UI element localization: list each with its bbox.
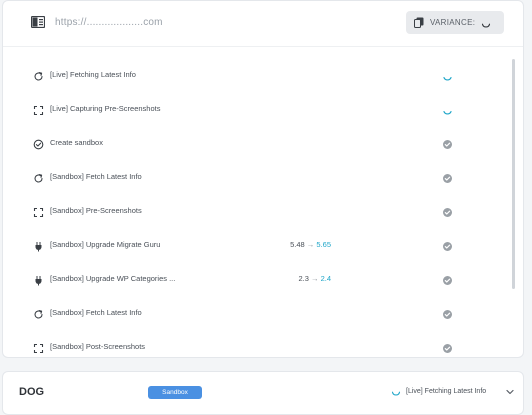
step-label: [Sandbox] Fetch Latest Info <box>50 308 142 317</box>
plug-icon <box>33 273 44 286</box>
version-change: 2.3 → 2.4 <box>273 274 331 283</box>
check-status-icon <box>442 205 453 217</box>
step-list: [Live] Fetching Latest Info [Live] Captur… <box>3 59 523 357</box>
step-label: [Sandbox] Upgrade Migrate Guru <box>50 240 161 249</box>
arrow-right-icon: → <box>304 240 317 249</box>
loading-spinner-icon <box>442 69 453 81</box>
site-url[interactable]: https://...................com <box>55 17 163 28</box>
capture-icon <box>33 103 44 116</box>
step-label: Create sandbox <box>50 138 103 147</box>
capture-icon <box>33 341 44 354</box>
check-status-icon <box>442 341 453 353</box>
site-card-dog[interactable]: DOG Sandbox [Live] Fetching Latest Info <box>2 371 524 415</box>
step-row: [Sandbox] Pre-Screenshots <box>3 195 523 229</box>
copy-icon <box>414 17 424 28</box>
step-label: [Sandbox] Upgrade WP Categories ... <box>50 274 176 283</box>
environment-badge: Sandbox <box>148 386 202 399</box>
current-task-status: [Live] Fetching Latest Info <box>391 386 486 396</box>
version-change: 5.48 → 5.65 <box>273 240 331 249</box>
check-status-icon <box>442 171 453 183</box>
step-row: [Sandbox] Upgrade WP Categories ... 2.3 →… <box>3 263 523 297</box>
refresh-icon <box>33 171 44 183</box>
current-task-label: [Live] Fetching Latest Info <box>406 387 487 395</box>
site-task-panel: https://...................com VARIANCE:… <box>2 0 524 358</box>
version-from: 5.48 <box>290 240 305 249</box>
step-label: [Sandbox] Post-Screenshots <box>50 342 146 351</box>
site-title: DOG <box>19 386 45 398</box>
chevron-down-icon[interactable] <box>505 387 515 397</box>
step-row: [Sandbox] Fetch Latest Info <box>3 161 523 195</box>
check-status-icon <box>442 273 453 285</box>
check-circle-icon <box>33 137 44 150</box>
version-from: 2.3 <box>298 274 309 283</box>
check-status-icon <box>442 239 453 251</box>
step-row: [Live] Capturing Pre-Screenshots <box>3 93 523 127</box>
check-status-icon <box>442 137 453 149</box>
variance-label: VARIANCE: <box>430 18 476 27</box>
refresh-icon <box>33 69 44 81</box>
variance-button[interactable]: VARIANCE: <box>406 11 504 34</box>
capture-icon <box>33 205 44 218</box>
loading-spinner-icon <box>391 391 401 396</box>
step-row: Create sandbox <box>3 127 523 161</box>
loading-spinner-icon <box>482 23 491 27</box>
refresh-icon <box>33 307 44 319</box>
step-row: [Sandbox] Fetch Latest Info <box>3 297 523 331</box>
arrow-right-icon: → <box>308 274 321 283</box>
panel-header: https://...................com VARIANCE: <box>3 1 523 47</box>
step-label: [Live] Capturing Pre-Screenshots <box>50 104 161 113</box>
version-to: 5.65 <box>316 240 331 249</box>
plug-icon <box>33 239 44 252</box>
step-row: [Sandbox] Upgrade Migrate Guru 5.48 → 5.6… <box>3 229 523 263</box>
check-status-icon <box>442 307 453 319</box>
scrollbar[interactable] <box>512 59 515 289</box>
step-label: [Live] Fetching Latest Info <box>50 70 136 79</box>
step-row: [Sandbox] Post-Screenshots <box>3 331 523 357</box>
version-to: 2.4 <box>320 274 331 283</box>
website-icon <box>31 16 45 28</box>
loading-spinner-icon <box>442 103 453 115</box>
step-label: [Sandbox] Pre-Screenshots <box>50 206 142 215</box>
step-label: [Sandbox] Fetch Latest Info <box>50 172 142 181</box>
step-row: [Live] Fetching Latest Info <box>3 59 523 93</box>
